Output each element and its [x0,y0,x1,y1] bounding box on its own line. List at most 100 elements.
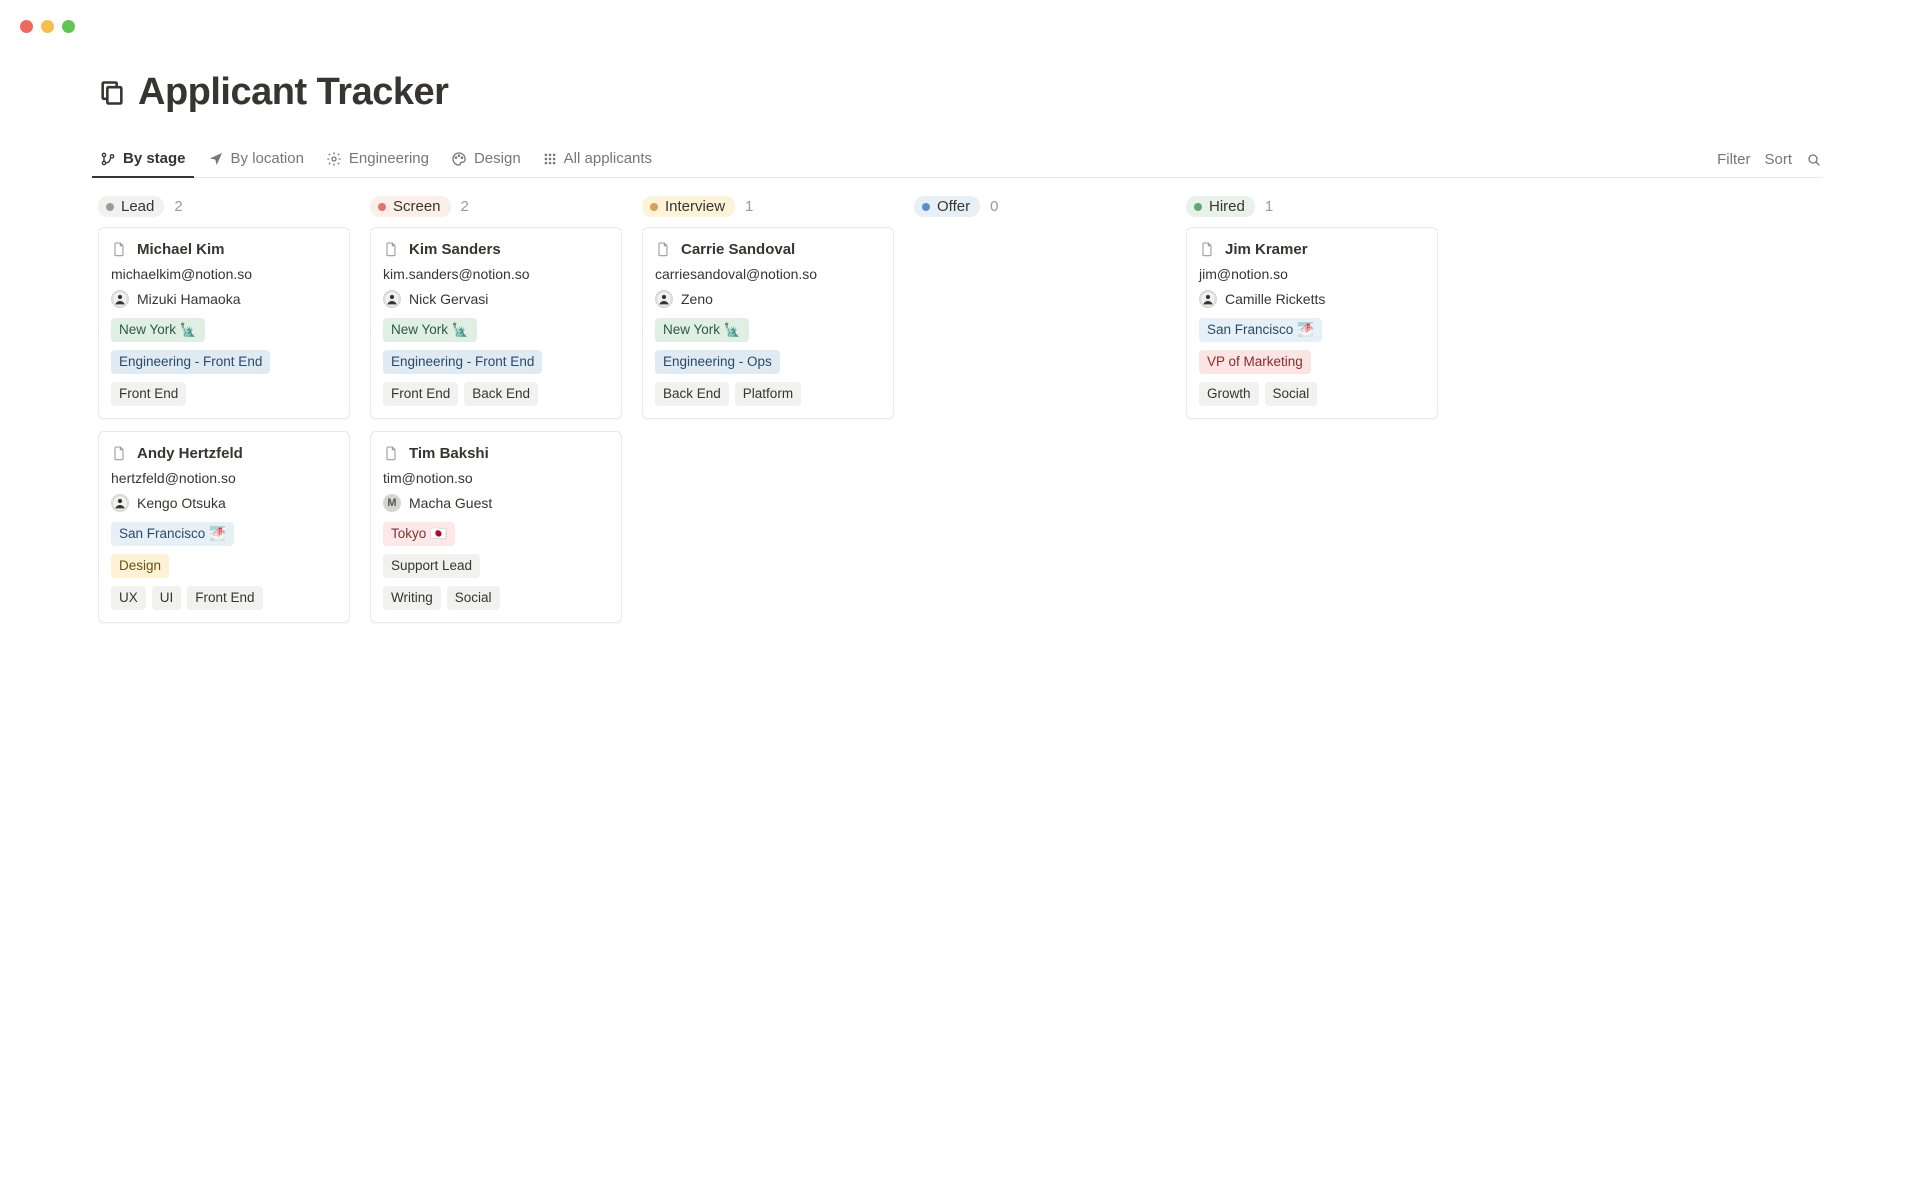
applicant-card[interactable]: Michael Kimmichaelkim@notion.soMizuki Ha… [98,227,350,419]
column-badge[interactable]: Lead [98,196,164,217]
column-hired: Hired 1 Jim Kramer jim@notion.so Camille Ric… [1186,196,1438,431]
column-header: Lead2 [98,196,350,217]
role-tag: Engineering - Ops [655,350,780,374]
column-offer: Offer 0 [914,196,1166,227]
applicant-card[interactable]: Tim Bakshitim@notion.soMMacha GuestTokyo… [370,431,622,623]
tab-all-applicants[interactable]: All applicants [541,142,654,177]
applicant-card[interactable]: Carrie Sandoval carriesandoval@notion.so Z… [642,227,894,419]
sort-button[interactable]: Sort [1764,151,1792,168]
column-badge[interactable]: Screen [370,196,451,217]
location-arrow-icon [208,151,224,167]
applicant-tracker-icon [98,79,126,107]
applicant-email: carriesandoval@notion.so [655,266,881,282]
document-icon [655,240,671,258]
gear-icon [326,151,342,167]
window-controls [0,0,1920,53]
applicant-name: Andy Hertzfeld [137,445,243,462]
avatar [111,290,129,308]
status-dot-icon [378,203,386,211]
skill-tag: Writing [383,586,441,610]
location-tag: Tokyo 🇯🇵 [383,522,455,546]
tab-by-location[interactable]: By location [206,142,306,177]
applicant-card[interactable]: Jim Kramer jim@notion.so Camille Ricketts S… [1186,227,1438,419]
skill-tag: UI [152,586,182,610]
filter-button[interactable]: Filter [1717,151,1750,168]
close-window-button[interactable] [20,20,33,33]
tab-design[interactable]: Design [449,142,523,177]
owner-row: MMacha Guest [383,494,609,512]
role-tag: Engineering - Front End [111,350,270,374]
owner-name: Mizuki Hamaoka [137,291,240,307]
skill-tag: Front End [383,382,458,406]
document-icon [1199,240,1215,258]
document-icon [111,444,127,462]
location-tag: New York 🗽 [111,318,205,342]
column-label: Hired [1209,198,1245,215]
role-tag: Design [111,554,169,578]
avatar [1199,290,1217,308]
applicant-name: Jim Kramer [1225,241,1308,258]
tab-label: All applicants [564,150,652,167]
column-interview: Interview 1 Carrie Sandoval carriesandoval@… [642,196,894,431]
minimize-window-button[interactable] [41,20,54,33]
maximize-window-button[interactable] [62,20,75,33]
owner-row: Zeno [655,290,881,308]
column-label: Interview [665,198,725,215]
owner-name: Camille Ricketts [1225,291,1325,307]
skill-tag: Platform [735,382,801,406]
page-header: Applicant Tracker [98,71,1822,114]
tab-label: By stage [123,150,186,167]
tab-by-stage[interactable]: By stage [98,142,188,177]
column-badge[interactable]: Offer [914,196,980,217]
branch-icon [100,151,116,167]
location-tag: San Francisco 🌁 [1199,318,1322,342]
column-badge[interactable]: Hired [1186,196,1255,217]
tab-label: Design [474,150,521,167]
skill-tag: Social [1265,382,1318,406]
document-icon [111,240,127,258]
column-badge[interactable]: Interview [642,196,735,217]
location-tag: New York 🗽 [383,318,477,342]
column-header: Interview 1 [642,196,894,217]
search-button[interactable] [1806,152,1822,168]
applicant-name: Kim Sanders [409,241,501,258]
role-tag: Support Lead [383,554,480,578]
column-lead: Lead2 Michael Kimmichaelkim@notion.soMizu… [98,196,350,635]
owner-name: Zeno [681,291,713,307]
document-icon [383,240,399,258]
applicant-name: Carrie Sandoval [681,241,795,258]
skill-tag: Back End [655,382,729,406]
skill-tag: Back End [464,382,538,406]
location-tag: San Francisco 🌁 [111,522,234,546]
status-dot-icon [650,203,658,211]
owner-name: Macha Guest [409,495,492,511]
owner-row: Camille Ricketts [1199,290,1425,308]
avatar [111,494,129,512]
status-dot-icon [1194,203,1202,211]
owner-row: Mizuki Hamaoka [111,290,337,308]
skill-tag: UX [111,586,146,610]
role-tag: Engineering - Front End [383,350,542,374]
column-count: 1 [1265,198,1273,215]
column-count: 0 [990,198,998,215]
skill-tag: Front End [187,586,262,610]
owner-row: Kengo Otsuka [111,494,337,512]
skill-tag: Front End [111,382,186,406]
column-count: 1 [745,198,753,215]
avatar [655,290,673,308]
document-icon [383,444,399,462]
applicant-card[interactable]: Andy Hertzfeld hertzfeld@notion.so Kengo O… [98,431,350,623]
owner-row: Nick Gervasi [383,290,609,308]
tab-engineering[interactable]: Engineering [324,142,431,177]
status-dot-icon [922,203,930,211]
status-dot-icon [106,203,114,211]
column-header: Offer 0 [914,196,1166,217]
applicant-card[interactable]: Kim Sanderskim.sanders@notion.soNick Ger… [370,227,622,419]
column-label: Offer [937,198,970,215]
tab-label: Engineering [349,150,429,167]
column-label: Lead [121,198,154,215]
page-title: Applicant Tracker [138,71,448,114]
applicant-email: hertzfeld@notion.so [111,470,337,486]
role-tag: VP of Marketing [1199,350,1311,374]
applicant-email: jim@notion.so [1199,266,1425,282]
